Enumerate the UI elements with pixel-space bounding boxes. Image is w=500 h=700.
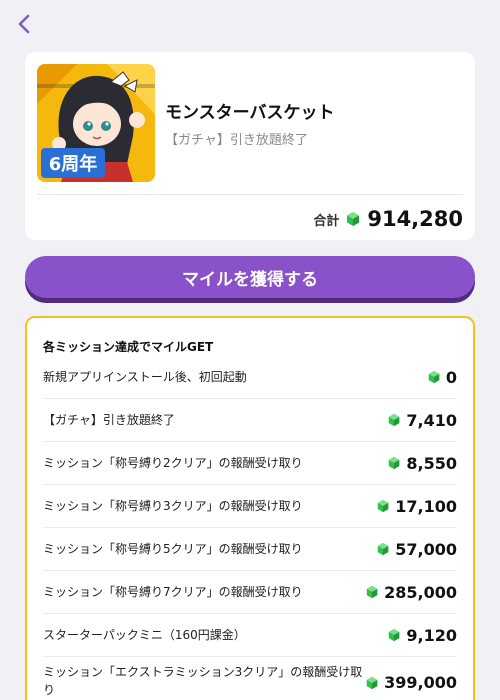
mission-row: 【ガチャ】引き放題終了 7,410 — [43, 399, 457, 442]
mission-label: スターターパックミニ（160円課金） — [43, 628, 246, 642]
mission-row: ミッション「称号縛り3クリア」の報酬受け取り 17,100 — [43, 485, 457, 528]
mission-reward-value: 57,000 — [395, 539, 457, 559]
mission-row: ミッション「エクストラミッション3クリア」の報酬受け取り 399,000 — [43, 657, 457, 700]
mission-reward-value: 285,000 — [384, 582, 457, 602]
app-icon: 6周年 — [37, 64, 155, 182]
gem-icon — [347, 212, 360, 226]
gem-icon — [389, 628, 400, 642]
mission-reward: 7,410 — [387, 411, 457, 430]
mission-reward-value: 17,100 — [395, 496, 457, 516]
total-label: 合計 — [313, 213, 340, 229]
mission-label: ミッション「称号縛り3クリア」の報酬受け取り — [43, 499, 303, 513]
mission-row: ミッション「称号縛り2クリア」の報酬受け取り 8,550 — [43, 442, 457, 485]
mission-reward: 8,550 — [387, 454, 457, 473]
mission-label: ミッション「称号縛り7クリア」の報酬受け取り — [43, 585, 303, 599]
gem-icon — [389, 456, 400, 470]
earn-miles-button[interactable]: マイルを獲得する — [25, 256, 475, 298]
icon-caption: 6周年 — [49, 153, 98, 175]
gem-icon — [389, 413, 400, 427]
gem-icon — [366, 676, 378, 689]
mission-reward-value: 9,120 — [406, 625, 457, 645]
mission-reward-value: 399,000 — [384, 673, 457, 692]
app-card: 6周年 モンスターバスケット 【ガチャ】引き放題終了 合計 914,280 — [25, 52, 475, 240]
gem-icon — [378, 542, 389, 556]
mission-label: ミッション「称号縛り5クリア」の報酬受け取り — [43, 542, 303, 556]
mission-reward: 9,120 — [387, 626, 457, 645]
total-points: 合計 914,280 — [313, 202, 463, 236]
mission-label: 【ガチャ】引き放題終了 — [43, 413, 175, 427]
chevron-left-icon[interactable] — [14, 12, 36, 36]
mission-reward: 0 — [427, 368, 457, 387]
mission-label: ミッション「エクストラミッション3クリア」の報酬受け取り — [43, 665, 363, 697]
total-value: 914,280 — [367, 207, 463, 231]
mission-reward: 17,100 — [376, 497, 457, 516]
gem-icon — [366, 585, 378, 599]
mission-reward-value: 0 — [445, 367, 457, 387]
missions-panel: 各ミッション達成でマイルGET 新規アプリインストール後、初回起動 0 【ガチャ】引… — [25, 316, 475, 700]
mission-label: ミッション「称号縛り2クリア」の報酬受け取り — [43, 456, 303, 470]
mission-row: ミッション「称号縛り5クリア」の報酬受け取り 57,000 — [43, 528, 457, 571]
app-subtitle: 【ガチャ】引き放題終了 — [165, 133, 308, 148]
mission-reward-value: 8,550 — [406, 453, 457, 473]
gem-icon — [428, 370, 440, 384]
mission-reward: 57,000 — [376, 540, 457, 559]
mission-label: 新規アプリインストール後、初回起動 — [43, 370, 247, 384]
gem-icon — [378, 499, 389, 513]
mission-reward: 399,000 — [365, 657, 457, 692]
mission-row: ミッション「称号縛り7クリア」の報酬受け取り 285,000 — [43, 571, 457, 614]
missions-heading: 各ミッション達成でマイルGET — [43, 340, 214, 354]
app-title: モンスターバスケット — [165, 103, 335, 123]
top-bar — [0, 0, 500, 48]
mission-row: 新規アプリインストール後、初回起動 0 — [43, 356, 457, 399]
divider — [37, 194, 463, 195]
mission-reward-value: 7,410 — [406, 410, 457, 430]
mission-row: スターターパックミニ（160円課金） 9,120 — [43, 614, 457, 657]
mission-reward: 285,000 — [365, 583, 457, 602]
